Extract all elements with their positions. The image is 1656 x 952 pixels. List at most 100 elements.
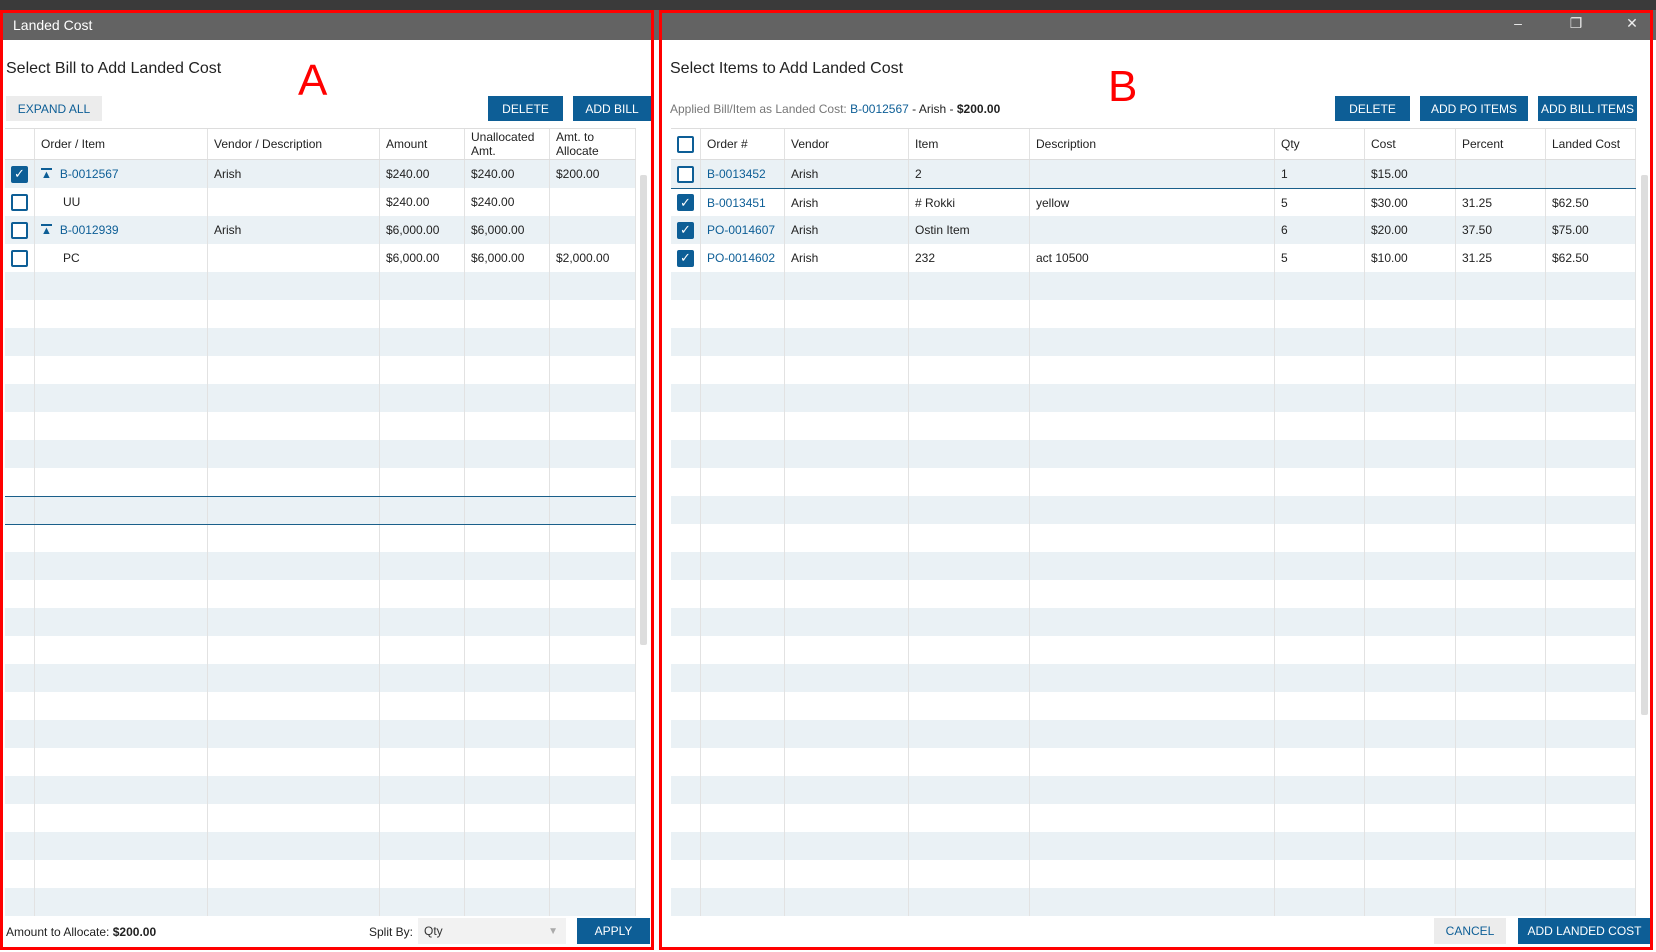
column-header [671, 129, 701, 159]
minimize-icon[interactable]: – [1503, 15, 1533, 31]
table-row [671, 636, 1636, 664]
table-cell [701, 860, 785, 888]
add-bill-button[interactable]: ADD BILL [573, 96, 651, 121]
close-icon[interactable]: ✕ [1617, 15, 1647, 32]
table-row[interactable]: ✓ B-0013451 Arish # Rokki yellow 5 $30.00 31.25… [671, 188, 1636, 216]
table-cell [1030, 832, 1275, 860]
row-checkbox[interactable]: ✓ [677, 249, 694, 267]
collapse-icon[interactable]: ▲ [41, 224, 52, 237]
row-checkbox[interactable] [11, 193, 28, 211]
order-link[interactable]: B-0012567 [60, 167, 119, 181]
table-cell [1030, 468, 1275, 496]
table-row[interactable]: UU $240.00 $240.00 [5, 188, 636, 216]
delete-items-button[interactable]: DELETE [1335, 96, 1410, 121]
column-header[interactable]: Vendor [785, 129, 909, 159]
column-header[interactable]: Landed Cost [1546, 129, 1636, 159]
restore-icon[interactable]: ❐ [1561, 15, 1591, 32]
column-header[interactable]: Vendor / Description [208, 129, 380, 159]
table-cell [550, 272, 636, 300]
table-cell [1365, 412, 1456, 440]
add-po-items-button[interactable]: ADD PO ITEMS [1420, 96, 1528, 121]
table-row [5, 300, 636, 328]
order-link[interactable]: B-0012939 [60, 223, 119, 237]
order-link[interactable]: PO-0014602 [707, 251, 775, 265]
table-cell [1275, 776, 1365, 804]
table-cell [5, 804, 35, 832]
delete-bill-button[interactable]: DELETE [488, 96, 563, 121]
table-cell [909, 300, 1030, 328]
table-cell [1365, 468, 1456, 496]
row-checkbox[interactable]: ✓ [677, 221, 694, 239]
table-cell [785, 384, 909, 412]
item-value: 2 [915, 167, 922, 181]
table-row[interactable]: ✓ PO-0014607 Arish Ostin Item 6 $20.00 37.50 $7… [671, 216, 1636, 244]
table-cell [208, 384, 380, 412]
table-cell [1030, 384, 1275, 412]
column-header[interactable]: Cost [1365, 129, 1456, 159]
row-checkbox[interactable] [677, 165, 694, 183]
order-link[interactable]: PO-0014607 [707, 223, 775, 237]
row-checkbox[interactable] [11, 221, 28, 239]
order-link[interactable]: B-0013452 [707, 167, 766, 181]
column-header[interactable]: Description [1030, 129, 1275, 159]
table-cell [380, 776, 465, 804]
table-cell [1456, 776, 1546, 804]
amount-value: $240.00 [386, 195, 430, 209]
table-cell [35, 608, 208, 636]
cancel-button[interactable]: CANCEL [1434, 918, 1506, 944]
column-header[interactable]: Amt. to Allocate [550, 129, 636, 159]
chevron-down-icon: ▼ [548, 925, 558, 937]
table-row [671, 748, 1636, 776]
table-row[interactable]: PC $6,000.00 $6,000.00 $2,000.00 [5, 244, 636, 272]
row-checkbox[interactable]: ✓ [677, 194, 694, 211]
table-cell: Arish [785, 160, 909, 188]
table-cell [208, 692, 380, 720]
table-cell [671, 300, 701, 328]
items-table-scrollbar[interactable] [1641, 175, 1648, 715]
column-header[interactable]: Unallocated Amt. [465, 129, 550, 159]
table-cell [380, 552, 465, 580]
table-cell [1275, 608, 1365, 636]
order-link[interactable]: UU [63, 195, 80, 209]
table-cell [785, 720, 909, 748]
select-all-checkbox[interactable] [677, 135, 694, 153]
table-row[interactable]: ✓ PO-0014602 Arish 232 act 10500 5 $10.00 31.25… [671, 244, 1636, 272]
table-row[interactable]: B-0013452 Arish 2 1 $15.00 [671, 160, 1636, 188]
column-header[interactable]: Qty [1275, 129, 1365, 159]
bill-table-scrollbar[interactable] [640, 175, 647, 645]
order-link[interactable]: B-0013451 [707, 196, 766, 210]
collapse-icon[interactable]: ▲ [41, 168, 52, 181]
order-link[interactable]: PC [63, 251, 80, 265]
expand-all-button[interactable]: EXPAND ALL [6, 96, 102, 121]
table-cell [701, 300, 785, 328]
table-cell [1030, 720, 1275, 748]
table-cell [465, 328, 550, 356]
table-cell [550, 300, 636, 328]
table-row [5, 608, 636, 636]
row-checkbox[interactable] [11, 249, 28, 267]
table-cell [909, 720, 1030, 748]
applied-bill-link[interactable]: B-0012567 [850, 102, 909, 116]
table-row[interactable]: ▲ B-0012939 Arish $6,000.00 $6,000.00 [5, 216, 636, 244]
applied-vendor: Arish [918, 102, 947, 116]
row-checkbox[interactable]: ✓ [11, 165, 28, 183]
column-header[interactable]: Item [909, 129, 1030, 159]
applied-amount: $200.00 [956, 102, 1001, 116]
column-header[interactable]: Order / Item [35, 129, 208, 159]
table-cell [1365, 720, 1456, 748]
split-by-select[interactable]: Qty ▼ [418, 918, 566, 944]
table-cell [785, 636, 909, 664]
table-cell [35, 636, 208, 664]
apply-button[interactable]: APPLY [577, 918, 650, 944]
table-row[interactable]: ✓ ▲ B-0012567 Arish $240.00 $240.00 $200.00 [5, 160, 636, 188]
table-cell: 5 [1275, 244, 1365, 272]
add-bill-items-button[interactable]: ADD BILL ITEMS [1538, 96, 1637, 121]
column-header[interactable]: Percent [1456, 129, 1546, 159]
table-cell [550, 412, 636, 440]
column-header[interactable]: Order # [701, 129, 785, 159]
table-cell [701, 664, 785, 692]
add-landed-cost-button[interactable]: ADD LANDED COST [1518, 918, 1651, 944]
table-cell [35, 692, 208, 720]
table-cell [1365, 496, 1456, 524]
column-header[interactable]: Amount [380, 129, 465, 159]
